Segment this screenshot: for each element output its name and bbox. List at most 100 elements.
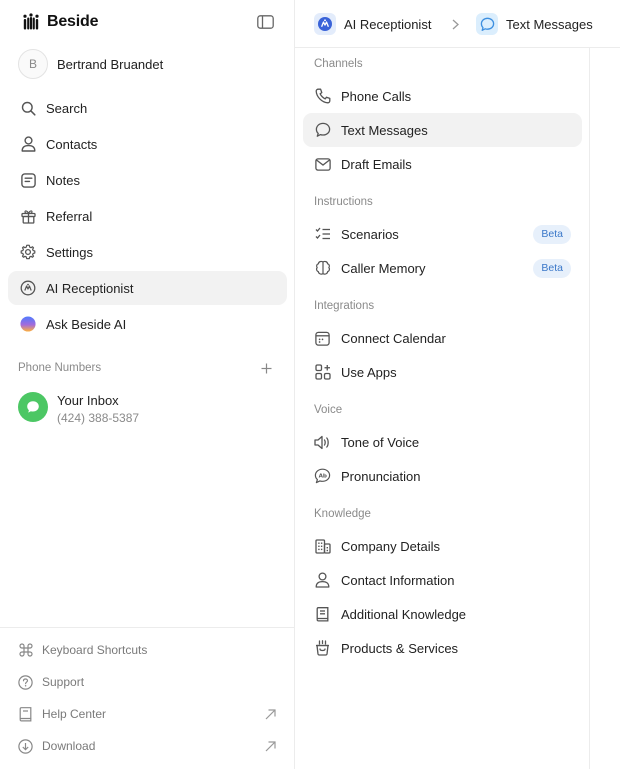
menu-item-label: Contact Information — [341, 572, 455, 588]
sidebar-item-label: Referral — [46, 208, 93, 224]
sidebar-item-settings[interactable]: Settings — [8, 235, 287, 269]
menu-item-label: Company Details — [341, 538, 440, 554]
sidebar-item-contacts[interactable]: Contacts — [8, 127, 287, 161]
menu-item-label: Scenarios — [341, 226, 399, 242]
external-link-icon — [264, 740, 276, 752]
building-icon — [314, 538, 331, 555]
menu-item-label: Connect Calendar — [341, 330, 446, 346]
menu-item-additional-knowledge[interactable]: Additional Knowledge — [303, 597, 582, 631]
keyboard-shortcuts-link[interactable]: Keyboard Shortcuts — [18, 640, 276, 660]
speaker-icon — [314, 434, 331, 451]
user-profile[interactable]: B Bertrand Bruandet — [18, 49, 163, 79]
sidebar-item-ai-receptionist[interactable]: AI Receptionist — [8, 271, 287, 305]
inbox-name: Your Inbox — [57, 393, 119, 408]
sidebar-item-label: Ask Beside AI — [46, 316, 127, 332]
sidebar: Beside B Bertrand Bruandet Search Contac… — [0, 0, 295, 769]
gear-icon — [20, 244, 36, 260]
settings-panel: AI Receptionist Text Messages Channels P… — [295, 0, 620, 769]
menu-item-tone-of-voice[interactable]: Tone of Voice — [303, 425, 582, 459]
calendar-icon — [314, 330, 331, 347]
phone-numbers-heading: Phone Numbers — [18, 362, 102, 374]
menu-item-products-services[interactable]: Products & Services — [303, 631, 582, 665]
chat-bubble-icon — [314, 122, 331, 139]
brain-icon — [314, 260, 331, 277]
book-icon — [314, 606, 331, 623]
footer-item-label: Help Center — [42, 707, 107, 721]
footer-item-label: Keyboard Shortcuts — [42, 643, 148, 657]
download-link[interactable]: Download — [18, 736, 276, 756]
menu-item-label: Additional Knowledge — [341, 606, 467, 622]
menu-item-pronunciation[interactable]: Ab Pronunciation — [303, 459, 582, 493]
beside-logo-icon — [22, 13, 40, 31]
checklist-icon — [314, 226, 331, 243]
apps-grid-icon — [314, 364, 331, 381]
sidebar-toggle-button[interactable] — [256, 14, 274, 30]
menu-item-contact-information[interactable]: Contact Information — [303, 563, 582, 597]
sidebar-item-notes[interactable]: Notes — [8, 163, 287, 197]
chat-bubble-icon — [18, 392, 48, 422]
pronunciation-icon: Ab — [314, 468, 331, 485]
content-divider — [589, 48, 590, 769]
ai-orb-icon — [20, 316, 36, 332]
user-name: Bertrand Bruandet — [57, 56, 164, 72]
breadcrumb-label: AI Receptionist — [344, 16, 432, 32]
inbox-phone-number: (424) 388-5387 — [57, 411, 140, 425]
add-phone-number-button[interactable] — [259, 361, 273, 375]
breadcrumb-label: Text Messages — [506, 16, 593, 32]
footer-item-label: Download — [42, 739, 96, 753]
menu-item-label: Caller Memory — [341, 260, 426, 276]
brand[interactable]: Beside — [22, 12, 98, 32]
book-icon — [18, 706, 33, 722]
menu-item-text-messages[interactable]: Text Messages — [303, 113, 582, 147]
menu-item-caller-memory[interactable]: Caller Memory Beta — [303, 251, 582, 285]
sidebar-item-label: Contacts — [46, 136, 98, 152]
beta-badge: Beta — [533, 258, 571, 278]
chevron-right-icon — [450, 17, 460, 31]
search-icon — [20, 100, 36, 116]
sidebar-item-label: Settings — [46, 244, 93, 260]
sidebar-item-label: Notes — [46, 172, 80, 188]
channels-heading: Channels — [314, 58, 363, 70]
help-center-link[interactable]: Help Center — [18, 704, 276, 724]
menu-item-use-apps[interactable]: Use Apps — [303, 355, 582, 389]
external-link-icon — [264, 708, 276, 720]
sidebar-toggle-icon — [256, 15, 274, 29]
beta-badge: Beta — [533, 224, 571, 244]
support-link[interactable]: Support — [18, 672, 276, 692]
note-icon — [20, 172, 36, 188]
menu-item-label: Text Messages — [341, 122, 428, 138]
person-icon — [314, 572, 331, 589]
menu-item-connect-calendar[interactable]: Connect Calendar — [303, 321, 582, 355]
chat-bubble-icon — [476, 13, 498, 35]
avatar: B — [18, 49, 48, 79]
menu-item-label: Products & Services — [341, 640, 459, 656]
breadcrumb-ai-receptionist[interactable]: AI Receptionist — [314, 12, 431, 36]
shopping-basket-icon — [314, 640, 331, 657]
divider — [0, 627, 295, 628]
menu-item-draft-emails[interactable]: Draft Emails — [303, 147, 582, 181]
sidebar-item-search[interactable]: Search — [8, 91, 287, 125]
knowledge-heading: Knowledge — [314, 508, 371, 520]
inbox-item[interactable]: Your Inbox (424) 388-5387 — [18, 392, 139, 425]
voice-heading: Voice — [314, 404, 343, 416]
phone-icon — [314, 88, 331, 105]
sidebar-item-label: Search — [46, 100, 88, 116]
menu-item-label: Tone of Voice — [341, 434, 420, 450]
menu-item-scenarios[interactable]: Scenarios Beta — [303, 217, 582, 251]
person-icon — [20, 136, 36, 152]
ai-receptionist-icon — [314, 13, 336, 35]
plus-icon — [261, 363, 272, 374]
question-circle-icon — [18, 674, 33, 690]
sidebar-item-referral[interactable]: Referral — [8, 199, 287, 233]
command-key-icon — [18, 643, 33, 658]
menu-item-company-details[interactable]: Company Details — [303, 529, 582, 563]
brand-name: Beside — [47, 13, 99, 30]
menu-item-label: Pronunciation — [341, 468, 421, 484]
menu-item-phone-calls[interactable]: Phone Calls — [303, 79, 582, 113]
svg-text:Ab: Ab — [319, 474, 327, 480]
ai-receptionist-icon — [20, 280, 36, 296]
breadcrumb-text-messages[interactable]: Text Messages — [476, 12, 593, 36]
sidebar-item-ask-ai[interactable]: Ask Beside AI — [8, 307, 287, 341]
gift-icon — [20, 208, 36, 224]
menu-item-label: Draft Emails — [341, 156, 412, 172]
